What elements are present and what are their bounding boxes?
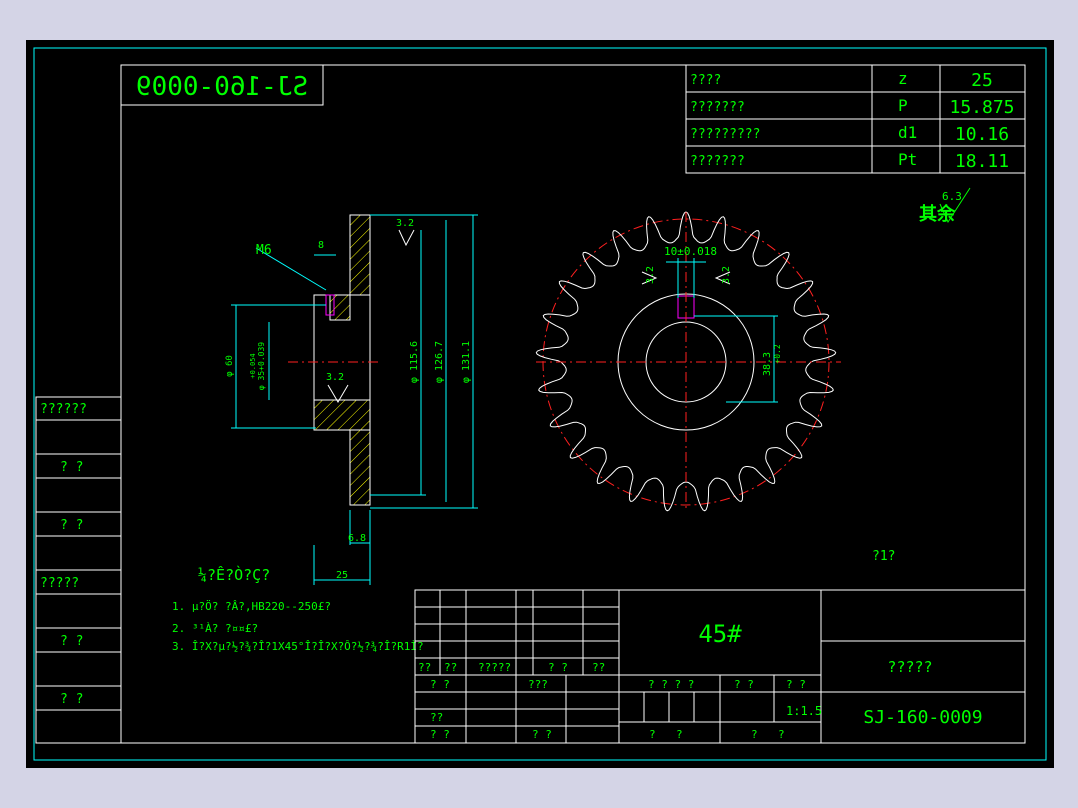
approve-label-2: ??: [430, 711, 443, 724]
row-label-0: ??: [418, 661, 431, 674]
param-value-0: 25: [971, 70, 993, 91]
roughness-value: 6.3: [942, 190, 962, 203]
mirrored-drawing-number: SJ-160-0009: [136, 72, 308, 102]
param-symbol-1: P: [898, 96, 908, 115]
side-label-4: ? ?: [60, 634, 83, 649]
approve-label-4: ? ?: [532, 728, 552, 741]
side-label-2: ? ?: [60, 518, 83, 533]
dim-25: 25: [336, 570, 348, 581]
sheet-label-1: ?: [676, 728, 683, 741]
thread-label: M6: [256, 243, 272, 258]
note-2: 2. ³¹À? ?¤¤£?: [172, 622, 258, 635]
weight-label: ? ?: [734, 678, 754, 691]
param-value-2: 10.16: [955, 124, 1009, 145]
param-symbol-3: Pt: [898, 150, 917, 169]
dim-bore: φ 35+0.039: [257, 342, 266, 390]
drawing-canvas: SJ-160-0009 ???? ??????? ????????? ?????…: [33, 47, 1047, 761]
drawing-number: SJ-160-0009: [863, 707, 982, 728]
param-name-1: ???????: [690, 100, 745, 115]
title-block: 45# ????? SJ-160-0009 ?? ?? ????? ? ? ??…: [414, 589, 1026, 744]
outer-border: [33, 47, 1047, 761]
side-label-3: ?????: [40, 576, 79, 591]
dim-d60: φ 60: [225, 355, 235, 377]
side-section-view: M6 8 3.2 3.2 6.8 25 φ 60 φ 35+0.039 +0.0…: [225, 214, 478, 585]
row-label-2: ?????: [478, 661, 511, 674]
rough-top: 3.2: [396, 218, 414, 229]
dim-8: 8: [318, 240, 324, 251]
depth-tol: +0.2: [773, 344, 782, 363]
roughness-general: 其余 6.3: [919, 187, 971, 225]
depth-dim: 38.3: [762, 352, 773, 376]
side-label-column: ?????? ? ? ? ? ????? ? ? ? ?: [35, 396, 122, 744]
sheet-label-3: ?: [778, 728, 785, 741]
keyway-dim: 10±0.018: [664, 245, 717, 258]
scale-note: ?1?: [872, 549, 895, 564]
dim-d131: φ 131.1: [461, 341, 472, 383]
rough-left: 3.2: [645, 266, 656, 284]
dim-d115: φ 115.6: [409, 341, 420, 383]
row-label-4: ??: [592, 661, 605, 674]
technical-notes: ¼?Ê?Ò?Ç? 1. µ?Ö? ?Â?,HB220--250£? 2. ³¹À…: [172, 565, 424, 653]
note-3: 3. Î?X?µ?½?¾?Î?1X45°Î?Î?X?Ô?½?¾?Î?R1Ì?: [172, 640, 424, 653]
side-label-5: ? ?: [60, 692, 83, 707]
dim-bore-tol: +0.054: [249, 353, 257, 378]
rough-mid: 3.2: [326, 372, 344, 383]
material: 45#: [698, 620, 742, 648]
front-gear-view: 10±0.018 3.2 3.2 38.3 +0.2 ?1?: [535, 211, 895, 564]
part-name: ?????: [887, 658, 932, 676]
scale-label: ? ?: [786, 678, 806, 691]
row-label-1: ??: [444, 661, 457, 674]
parameter-table: ???? ??????? ????????? ??????? z P d1 Pt…: [685, 64, 1026, 174]
stage-label: ? ? ? ?: [648, 678, 694, 691]
rough-right: 3.2: [721, 266, 732, 284]
dim-d126: φ 126.7: [434, 341, 445, 383]
cad-viewport[interactable]: SJ-160-0009 ???? ??????? ????????? ?????…: [26, 40, 1054, 768]
sheet-label-2: ?: [751, 728, 758, 741]
scale-value: 1:1.5: [786, 704, 822, 718]
mirrored-number-box: SJ-160-0009: [120, 64, 324, 106]
param-name-3: ???????: [690, 154, 745, 169]
param-name-2: ?????????: [690, 127, 760, 142]
dim-6-8: 6.8: [348, 533, 366, 544]
row-label-3: ? ?: [548, 661, 568, 674]
notes-title: ¼?Ê?Ò?Ç?: [198, 565, 270, 584]
param-symbol-2: d1: [898, 123, 917, 142]
roughness-label: 其余: [919, 203, 956, 225]
param-name-0: ????: [690, 73, 721, 88]
param-value-1: 15.875: [949, 97, 1014, 118]
side-label-1: ? ?: [60, 460, 83, 475]
approve-label-3: ? ?: [430, 728, 450, 741]
approve-label-0: ? ?: [430, 678, 450, 691]
approve-label-1: ???: [528, 678, 548, 691]
note-1: 1. µ?Ö? ?Â?,HB220--250£?: [172, 600, 331, 613]
sheet-label-0: ?: [649, 728, 656, 741]
param-symbol-0: z: [898, 69, 908, 88]
param-value-3: 18.11: [955, 151, 1009, 172]
side-label-0: ??????: [40, 402, 87, 417]
